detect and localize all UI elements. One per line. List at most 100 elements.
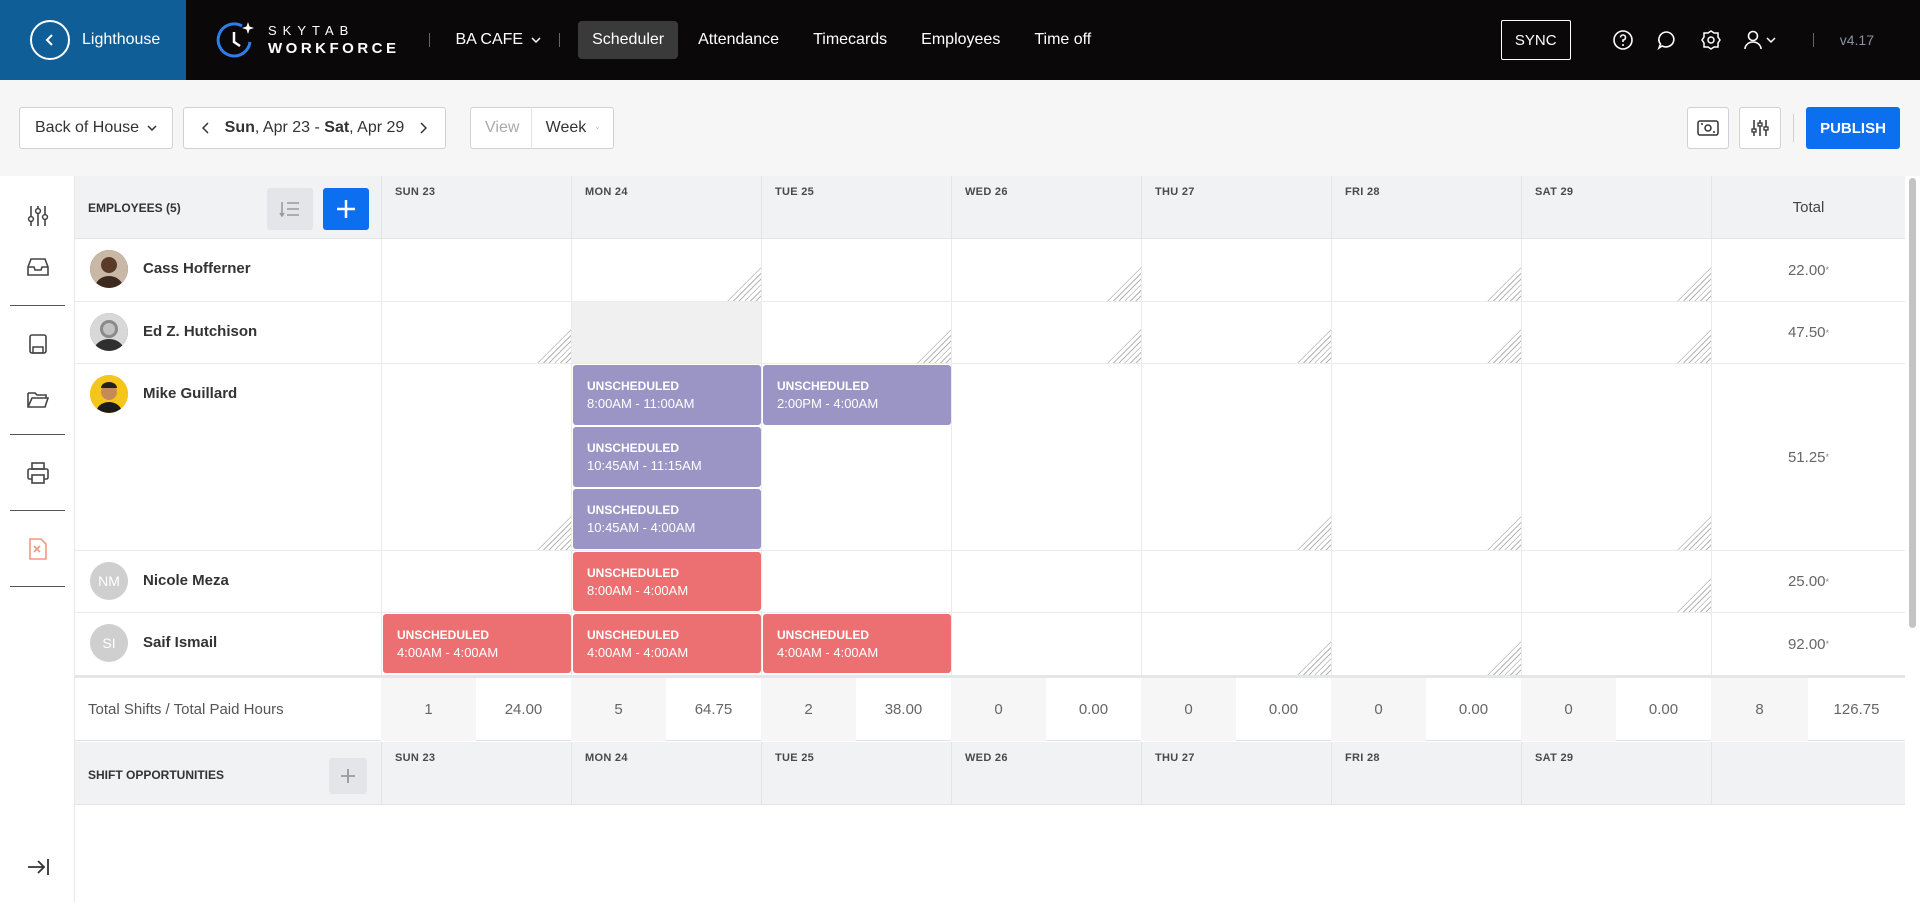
clear-schedule-icon[interactable] [25, 536, 51, 562]
badge-icon[interactable] [1699, 28, 1723, 52]
shift-cell[interactable] [1141, 302, 1331, 363]
store-name: BA CAFE [455, 31, 524, 48]
shift-cell[interactable]: UNSCHEDULED 8:00AM - 4:00AM [571, 551, 761, 612]
employee-cell[interactable]: Cass Hofferner [75, 239, 381, 288]
chat-icon[interactable] [1655, 28, 1679, 52]
shift-block[interactable]: UNSCHEDULED 8:00AM - 4:00AM [573, 552, 761, 611]
nav-scheduler[interactable]: Scheduler [578, 21, 679, 59]
shift-cell[interactable] [1331, 551, 1521, 612]
scrollbar-thumb[interactable] [1909, 178, 1916, 628]
nav-timecards[interactable]: Timecards [799, 21, 901, 59]
chevron-down-icon [531, 37, 541, 43]
shift-cell[interactable] [1331, 613, 1521, 675]
employee-cell[interactable]: Mike Guillard [75, 364, 381, 413]
shift-cell[interactable] [951, 302, 1141, 363]
unavailable-hatch [723, 263, 761, 301]
schedule-grid: EMPLOYEES (5) SUN 23 MON 24 TUE 25 WED 2… [75, 176, 1905, 902]
next-week-icon[interactable] [419, 122, 427, 134]
shift-block[interactable]: UNSCHEDULED 4:00AM - 4:00AM [573, 614, 761, 673]
shift-block[interactable]: UNSCHEDULED 8:00AM - 11:00AM [573, 365, 761, 425]
department-dropdown[interactable]: Back of House [19, 107, 173, 149]
employee-cell[interactable]: NM Nicole Meza [75, 551, 381, 600]
shift-cell[interactable]: UNSCHEDULED 8:00AM - 11:00AM UNSCHEDULED… [571, 364, 761, 550]
shift-cell[interactable] [1521, 551, 1711, 612]
total-mark: * [1825, 639, 1830, 649]
shift-block[interactable]: UNSCHEDULED 10:45AM - 11:15AM [573, 427, 761, 487]
print-icon[interactable] [25, 460, 51, 486]
previous-week-icon[interactable] [202, 122, 210, 134]
folder-open-icon[interactable] [25, 386, 51, 412]
shift-cell[interactable] [761, 239, 951, 301]
shift-cell[interactable] [1521, 239, 1711, 301]
shift-cell[interactable] [761, 302, 951, 363]
shift-cell[interactable] [1331, 364, 1521, 550]
shift-title: UNSCHEDULED [587, 628, 680, 642]
shift-cell[interactable] [761, 551, 951, 612]
shift-cell[interactable]: UNSCHEDULED 4:00AM - 4:00AM [761, 613, 951, 675]
help-icon[interactable] [1611, 28, 1635, 52]
total-shifts: 1 [381, 678, 476, 741]
day-header: WED 26 [951, 176, 1141, 239]
date-start-day: Sun [224, 119, 255, 136]
shift-cell[interactable]: UNSCHEDULED 4:00AM - 4:00AM [571, 613, 761, 675]
publish-button[interactable]: PUBLISH [1806, 107, 1900, 149]
save-template-icon[interactable] [25, 331, 51, 357]
shift-block[interactable]: UNSCHEDULED 10:45AM - 4:00AM [573, 489, 761, 549]
back-to-lighthouse-button[interactable]: Lighthouse [0, 0, 186, 80]
shift-cell[interactable]: UNSCHEDULED 2:00PM - 4:00AM [761, 364, 951, 550]
user-menu-icon[interactable] [1743, 28, 1777, 52]
sort-employees-button[interactable] [267, 188, 313, 230]
nav-employees[interactable]: Employees [907, 21, 1014, 59]
labor-cost-button[interactable] [1687, 107, 1729, 149]
employee-cell[interactable]: Ed Z. Hutchison [75, 302, 381, 351]
add-employee-button[interactable] [323, 188, 369, 230]
shift-cell[interactable] [1141, 551, 1331, 612]
shift-cell[interactable] [1331, 239, 1521, 301]
back-label: Lighthouse [82, 31, 161, 48]
sync-button[interactable]: SYNC [1500, 20, 1571, 60]
unavailable-hatch [1293, 325, 1331, 363]
shift-cell[interactable] [1521, 613, 1711, 675]
shift-cell[interactable] [1521, 364, 1711, 550]
shift-cell[interactable] [571, 239, 761, 301]
shift-cell[interactable] [381, 239, 571, 301]
left-tool-rail [0, 176, 75, 902]
shift-cell[interactable] [951, 239, 1141, 301]
nav-attendance[interactable]: Attendance [684, 21, 793, 59]
shift-cell[interactable] [951, 551, 1141, 612]
date-range-label[interactable]: Sun, Apr 23 - Sat, Apr 29 [225, 119, 405, 137]
shift-cell[interactable] [1521, 302, 1711, 363]
brand-line-2: WORKFORCE [268, 40, 400, 57]
shift-cell[interactable] [1141, 364, 1331, 550]
total-shifts: 5 [571, 678, 666, 741]
shift-cell[interactable] [1141, 239, 1331, 301]
collapse-panel-icon[interactable] [25, 854, 51, 880]
store-selector[interactable]: BA CAFE [456, 31, 542, 49]
employee-cell[interactable]: SI Saif Ismail [75, 613, 381, 662]
shift-block[interactable]: UNSCHEDULED 4:00AM - 4:00AM [383, 614, 571, 673]
shift-cell[interactable] [381, 551, 571, 612]
nav-time-off[interactable]: Time off [1020, 21, 1105, 59]
divider [10, 434, 65, 435]
shift-title: UNSCHEDULED [587, 566, 680, 580]
plus-icon [337, 200, 355, 218]
vertical-scrollbar[interactable] [1905, 176, 1920, 902]
add-opportunity-button[interactable] [329, 758, 367, 794]
shift-block[interactable]: UNSCHEDULED 2:00PM - 4:00AM [763, 365, 951, 425]
unavailable-hatch [1483, 325, 1521, 363]
shift-cell[interactable] [381, 302, 571, 363]
shift-block[interactable]: UNSCHEDULED 4:00AM - 4:00AM [763, 614, 951, 673]
shift-cell[interactable] [951, 613, 1141, 675]
shift-cell[interactable] [571, 302, 761, 363]
shift-cell[interactable] [1331, 302, 1521, 363]
inbox-icon[interactable] [25, 254, 51, 280]
shift-cell[interactable]: UNSCHEDULED 4:00AM - 4:00AM [381, 613, 571, 675]
filter-settings-button[interactable] [1739, 107, 1781, 149]
grid-header: EMPLOYEES (5) SUN 23 MON 24 TUE 25 WED 2… [75, 176, 1905, 239]
shift-cell[interactable] [381, 364, 571, 550]
view-dropdown[interactable]: View Week [470, 107, 614, 149]
shift-cell[interactable] [1141, 613, 1331, 675]
shift-cell[interactable] [951, 364, 1141, 550]
adjustments-icon[interactable] [25, 203, 51, 229]
avatar [90, 250, 128, 288]
